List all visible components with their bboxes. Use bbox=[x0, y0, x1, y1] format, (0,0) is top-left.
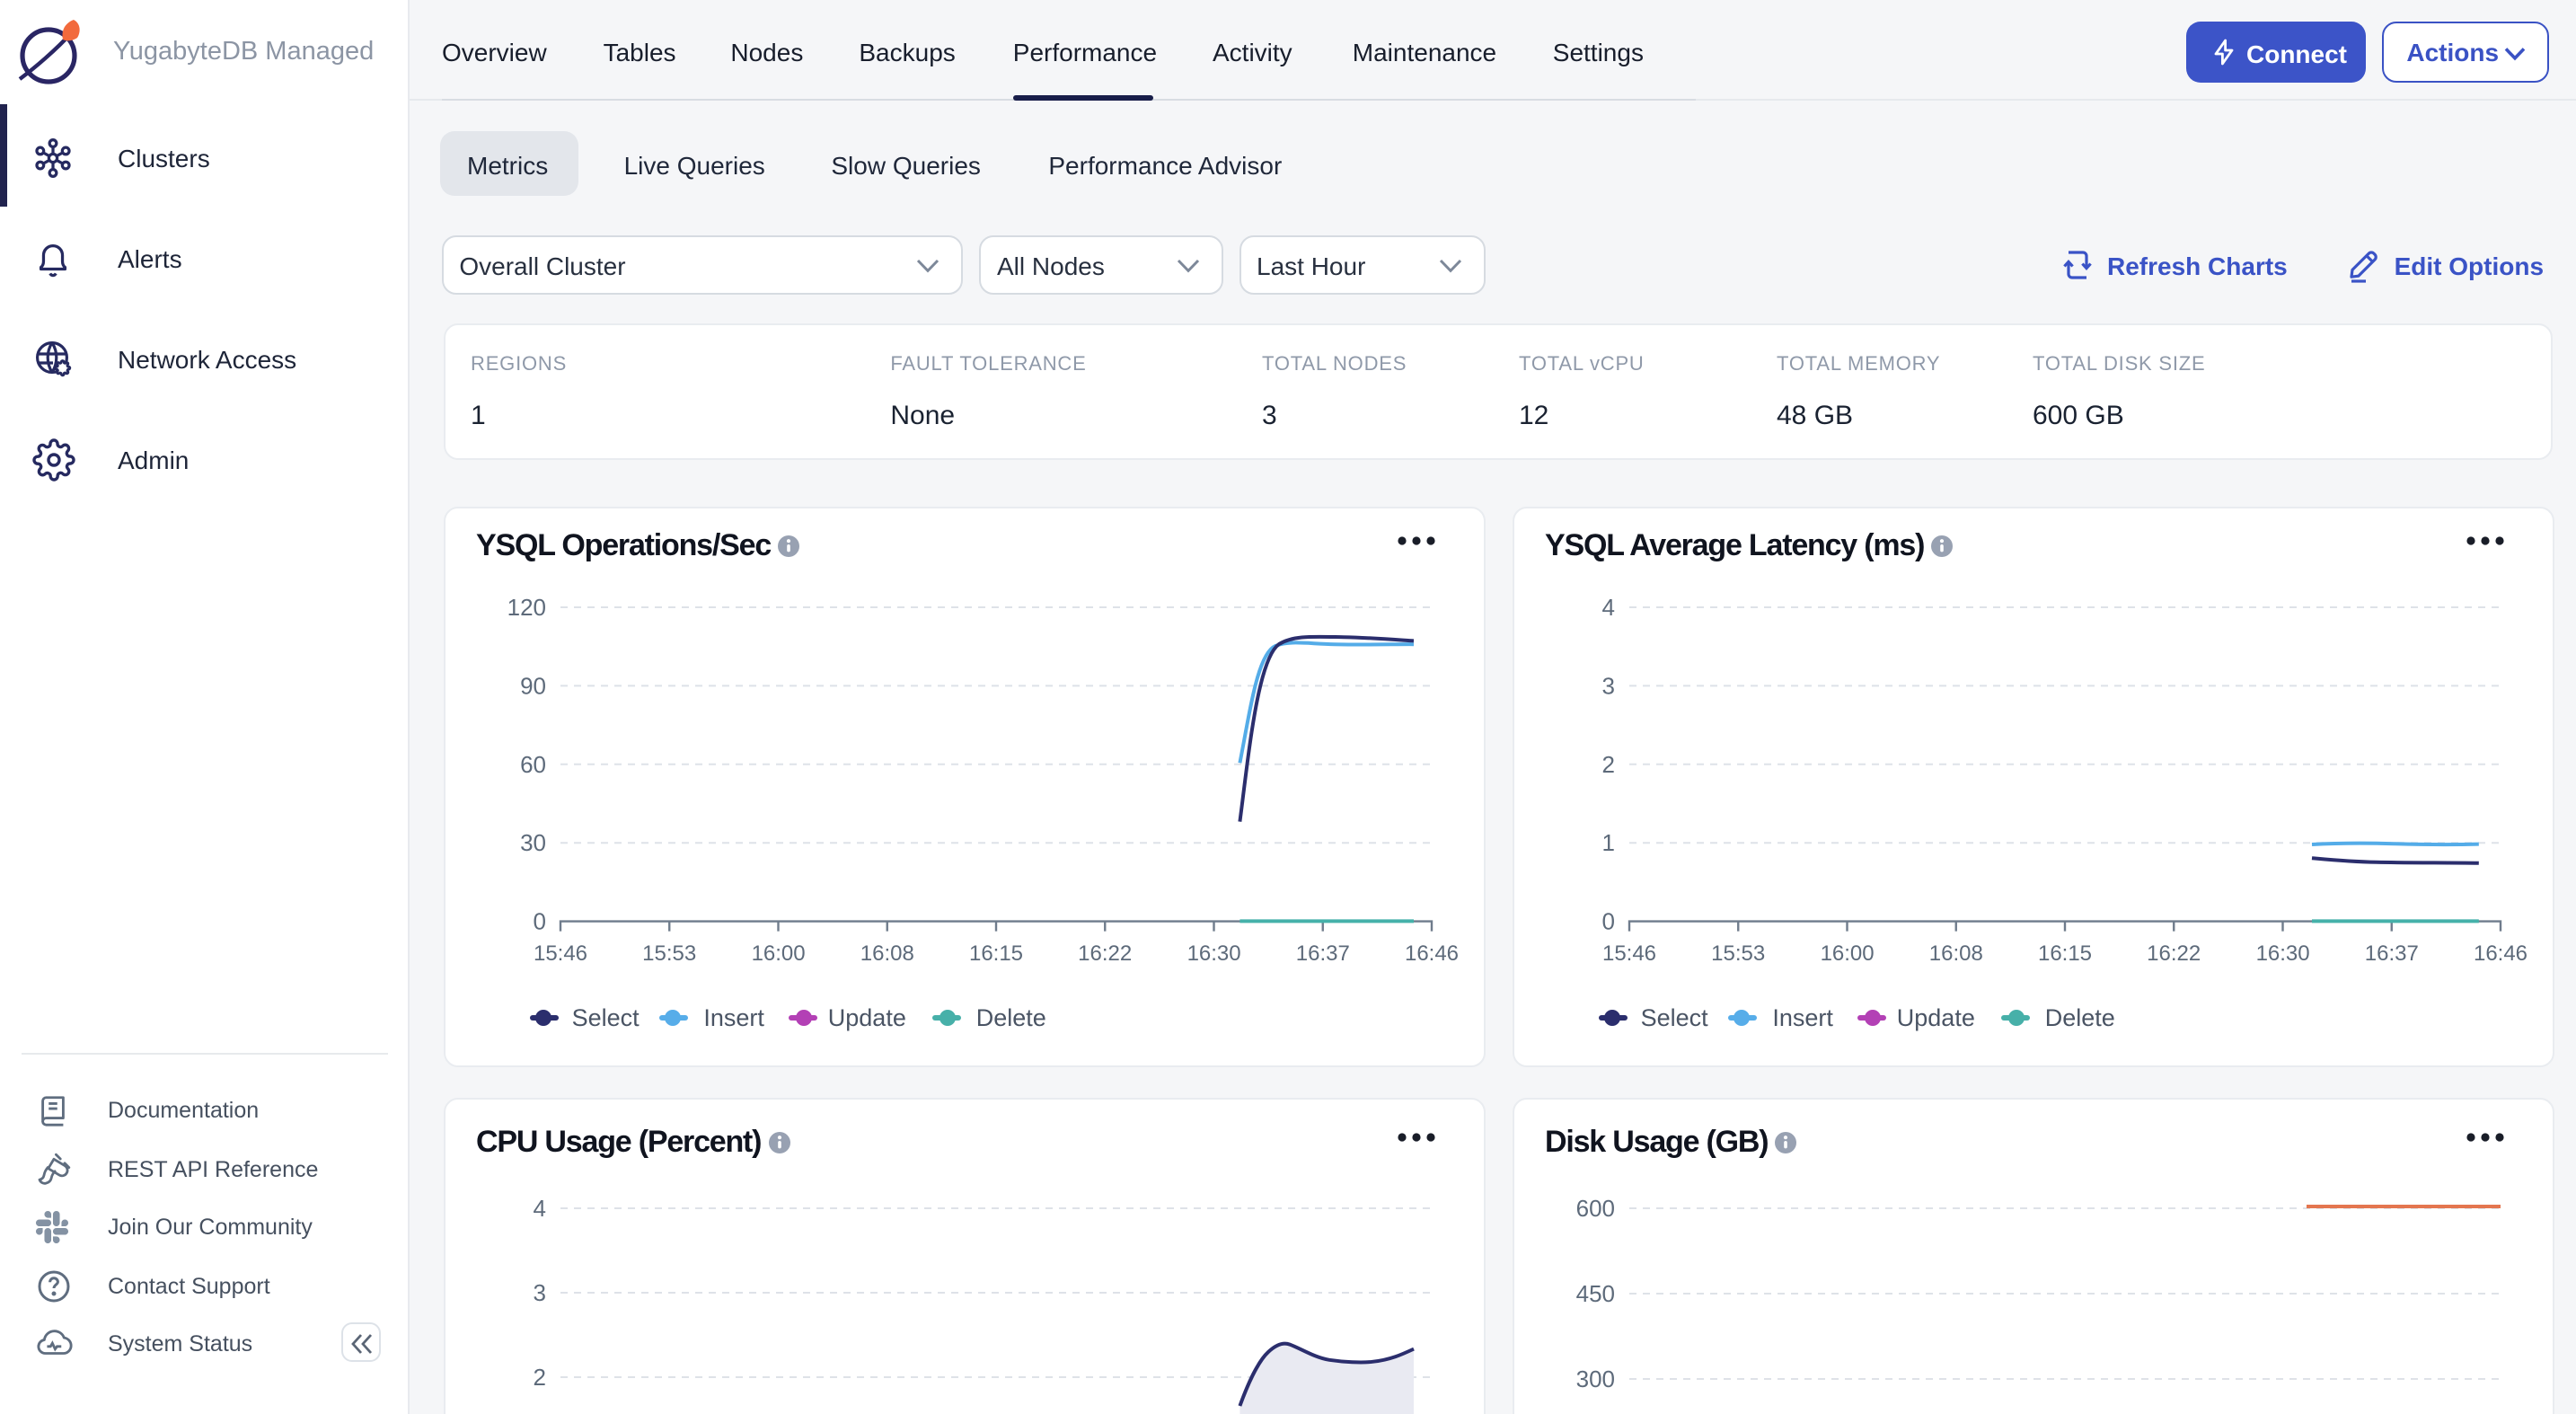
svg-text:16:30: 16:30 bbox=[2256, 941, 2310, 966]
svg-text:16:46: 16:46 bbox=[2474, 941, 2527, 966]
svg-text:30: 30 bbox=[520, 829, 546, 856]
svg-text:16:00: 16:00 bbox=[1821, 941, 1875, 966]
svg-text:0: 0 bbox=[1602, 908, 1615, 935]
svg-text:15:46: 15:46 bbox=[1602, 941, 1656, 966]
svg-text:16:15: 16:15 bbox=[969, 941, 1023, 966]
svg-text:16:15: 16:15 bbox=[2038, 941, 2092, 966]
svg-text:2: 2 bbox=[534, 1363, 546, 1390]
svg-text:15:46: 15:46 bbox=[534, 941, 587, 966]
svg-text:4: 4 bbox=[1602, 594, 1615, 621]
svg-text:450: 450 bbox=[1576, 1279, 1615, 1306]
svg-text:16:22: 16:22 bbox=[1078, 941, 1132, 966]
svg-text:16:30: 16:30 bbox=[1187, 941, 1241, 966]
svg-text:3: 3 bbox=[534, 1278, 546, 1305]
svg-text:15:53: 15:53 bbox=[642, 941, 696, 966]
svg-text:90: 90 bbox=[520, 672, 546, 699]
svg-text:0: 0 bbox=[534, 908, 546, 935]
svg-text:300: 300 bbox=[1576, 1365, 1615, 1392]
svg-text:16:37: 16:37 bbox=[2365, 941, 2419, 966]
svg-text:16:08: 16:08 bbox=[1929, 941, 1983, 966]
svg-text:16:08: 16:08 bbox=[860, 941, 914, 966]
svg-text:120: 120 bbox=[507, 594, 546, 621]
svg-text:16:37: 16:37 bbox=[1296, 941, 1350, 966]
svg-text:60: 60 bbox=[520, 751, 546, 778]
svg-text:2: 2 bbox=[1602, 751, 1615, 778]
svg-text:3: 3 bbox=[1602, 672, 1615, 699]
svg-text:600: 600 bbox=[1576, 1194, 1615, 1221]
svg-text:16:22: 16:22 bbox=[2147, 941, 2201, 966]
svg-text:16:46: 16:46 bbox=[1405, 941, 1459, 966]
svg-text:1: 1 bbox=[1602, 829, 1615, 856]
svg-text:4: 4 bbox=[534, 1194, 546, 1221]
svg-text:16:00: 16:00 bbox=[752, 941, 806, 966]
svg-text:15:53: 15:53 bbox=[1711, 941, 1765, 966]
